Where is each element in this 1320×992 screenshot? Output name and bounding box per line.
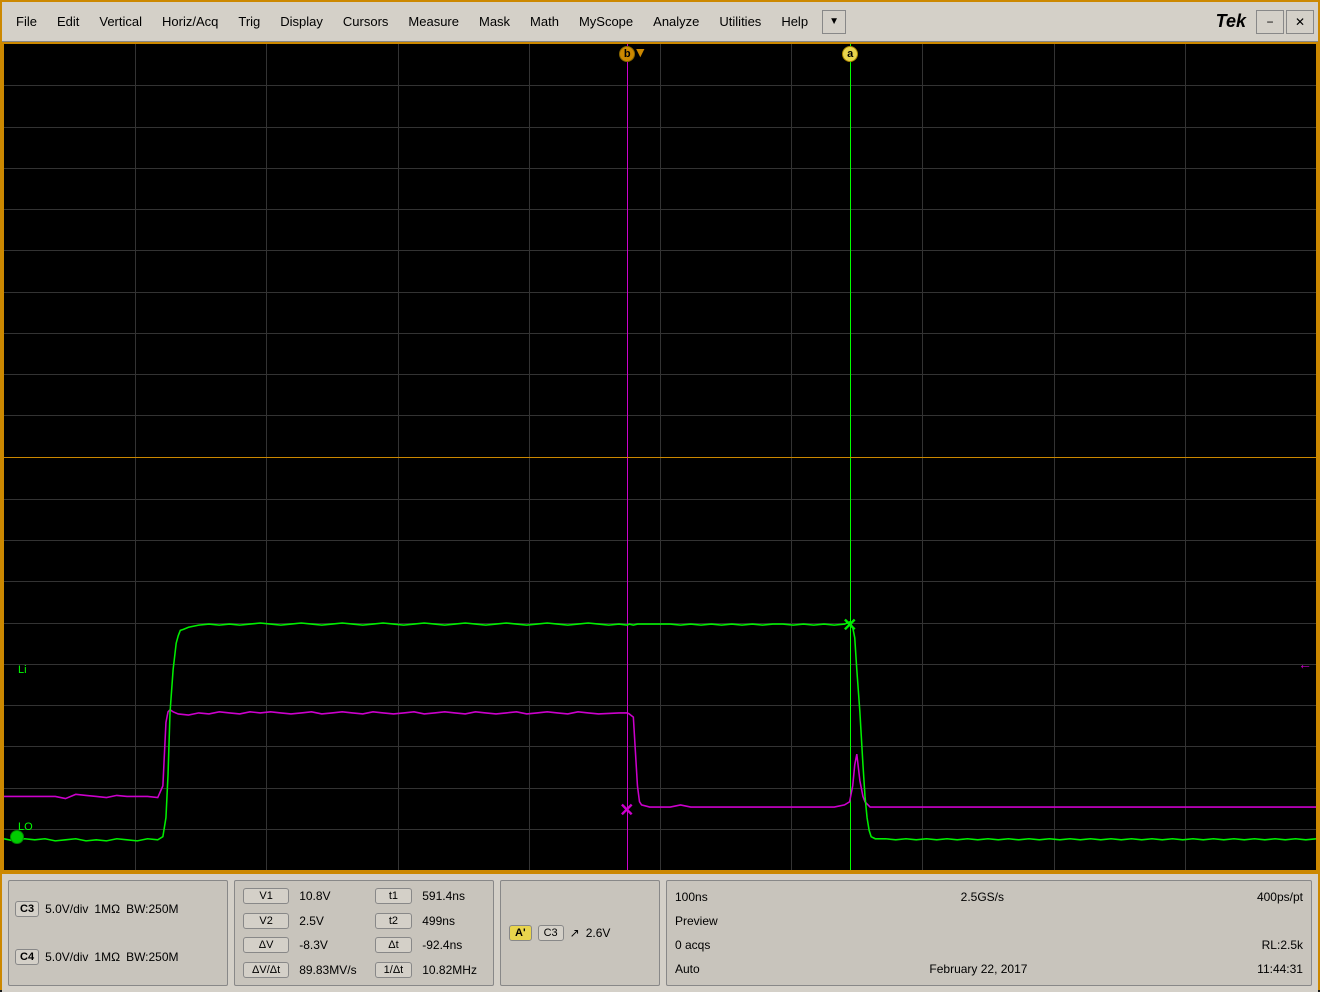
menu-math[interactable]: Math — [520, 10, 569, 33]
dt-value: -92.4ns — [422, 938, 485, 952]
acq-time: 11:44:31 — [1257, 962, 1303, 976]
menu-mask[interactable]: Mask — [469, 10, 520, 33]
dvdt-value: 89.83MV/s — [299, 963, 364, 977]
timebase: 100ns — [675, 890, 708, 904]
sample-rate: 2.5GS/s — [961, 890, 1004, 904]
v1-label: V1 — [243, 888, 289, 904]
menu-dropdown-arrow[interactable]: ▼ — [822, 10, 846, 34]
dt-label: Δt — [375, 937, 413, 953]
ch4-badge[interactable]: C4 — [15, 949, 39, 965]
menu-analyze[interactable]: Analyze — [643, 10, 709, 33]
menu-display[interactable]: Display — [270, 10, 333, 33]
ch3-vdiv: 5.0V/div — [45, 902, 88, 916]
v2-label: V2 — [243, 913, 289, 929]
ch3-badge[interactable]: C3 — [15, 901, 39, 917]
dv-label: ΔV — [243, 937, 289, 953]
t2-label: t2 — [375, 913, 413, 929]
menu-edit[interactable]: Edit — [47, 10, 89, 33]
right-arrow-indicator: ← — [1298, 656, 1312, 672]
label-li: Li — [18, 664, 27, 676]
acq-row-1: 100ns 2.5GS/s 400ps/pt — [675, 890, 1303, 904]
trigger-level: 2.6V — [586, 926, 611, 940]
trigger-badge-a: A' — [509, 925, 532, 941]
t2-value: 499ns — [422, 914, 485, 928]
v1-value: 10.8V — [299, 889, 364, 903]
upper-waveform-svg — [4, 44, 1316, 457]
ch4-vdiv: 5.0V/div — [45, 950, 88, 964]
lower-waveform-svg — [4, 458, 1316, 871]
lower-waveform-pane[interactable]: Li LO ← ✕ ✕ — [4, 458, 1316, 871]
minimize-button[interactable]: − — [1256, 10, 1284, 34]
acq-mode: Preview — [675, 914, 718, 928]
trigger-badge-c3: C3 — [538, 925, 564, 941]
acquisition-panel: 100ns 2.5GS/s 400ps/pt Preview 0 acqs RL… — [666, 880, 1312, 986]
acq-row-4: Auto February 22, 2017 11:44:31 — [675, 962, 1303, 976]
menu-myscope[interactable]: MyScope — [569, 10, 643, 33]
scope-display: ▼ b a — [2, 42, 1318, 872]
cursor-a-green-cross: ✕ — [842, 615, 857, 636]
dv-value: -8.3V — [299, 938, 364, 952]
menu-trig[interactable]: Trig — [228, 10, 270, 33]
menu-bar: File Edit Vertical Horiz/Acq Trig Displa… — [2, 2, 1318, 42]
ch3-impedance: 1MΩ — [94, 902, 120, 916]
inv-dt-value: 10.82MHz — [422, 963, 485, 977]
ch4-impedance: 1MΩ — [94, 950, 120, 964]
t1-value: 591.4ns — [422, 889, 485, 903]
trigger-slope-icon: ↗ — [570, 926, 580, 940]
acq-timing: Auto — [675, 962, 700, 976]
menu-vertical[interactable]: Vertical — [89, 10, 152, 33]
t1-label: t1 — [375, 888, 413, 904]
dvdt-label: ΔV/Δt — [243, 962, 289, 978]
menu-measure[interactable]: Measure — [398, 10, 469, 33]
status-bar: C3 5.0V/div 1MΩ BW:250M C4 5.0V/div 1MΩ … — [2, 872, 1318, 992]
inv-dt-label: 1/Δt — [375, 962, 413, 978]
app-title: Tek — [1216, 11, 1246, 32]
upper-waveform-pane[interactable]: ▼ b a — [4, 44, 1316, 458]
menu-file[interactable]: File — [6, 10, 47, 33]
acq-row-3: 0 acqs RL:2.5k — [675, 938, 1303, 952]
v2-value: 2.5V — [299, 914, 364, 928]
channel-info-panel: C3 5.0V/div 1MΩ BW:250M C4 5.0V/div 1MΩ … — [8, 880, 228, 986]
menu-help[interactable]: Help — [771, 10, 818, 33]
cursor-b-purple-cross: ✕ — [619, 800, 634, 821]
acqs-count: 0 acqs — [675, 938, 710, 952]
measurements-panel: V1 10.8V t1 591.4ns V2 2.5V t2 499ns ΔV … — [234, 880, 494, 986]
ch3-bw: BW:250M — [126, 902, 178, 916]
pt-per-div: 400ps/pt — [1257, 890, 1303, 904]
menu-horiz-acq[interactable]: Horiz/Acq — [152, 10, 228, 33]
acq-row-2: Preview — [675, 914, 1303, 928]
label-lo: LO — [18, 821, 33, 833]
trigger-panel: A' C3 ↗ 2.6V — [500, 880, 660, 986]
close-button[interactable]: ✕ — [1286, 10, 1314, 34]
menu-cursors[interactable]: Cursors — [333, 10, 399, 33]
ch4-row: C4 5.0V/div 1MΩ BW:250M — [15, 949, 221, 965]
ch4-bw: BW:250M — [126, 950, 178, 964]
menu-utilities[interactable]: Utilities — [709, 10, 771, 33]
ch3-row: C3 5.0V/div 1MΩ BW:250M — [15, 901, 221, 917]
acq-date: February 22, 2017 — [929, 962, 1027, 976]
rl-label: RL:2.5k — [1262, 938, 1303, 952]
